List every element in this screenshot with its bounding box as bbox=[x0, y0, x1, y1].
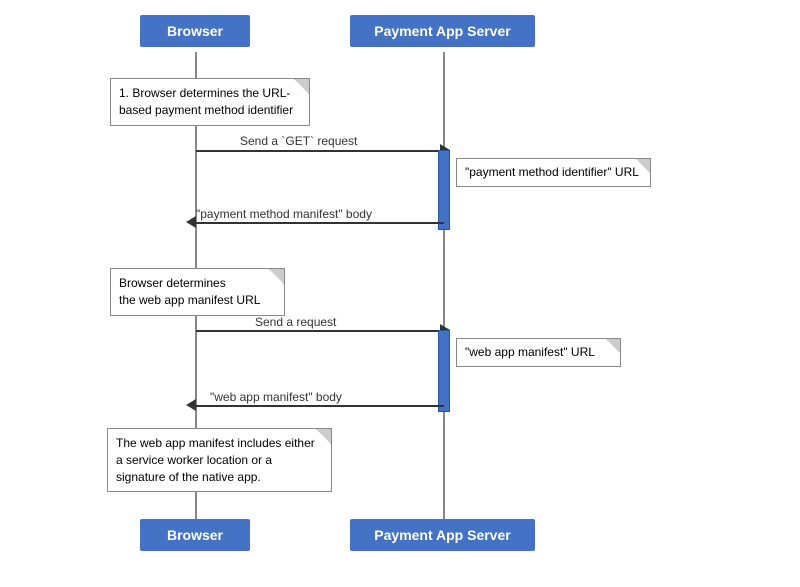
arrow-send-label: Send a request bbox=[255, 315, 336, 329]
arrow-get-label: Send a `GET` request bbox=[240, 134, 357, 148]
note-web-app-url: "web app manifest" URL bbox=[456, 338, 621, 367]
arrow-webapp-body bbox=[196, 405, 444, 407]
arrow-manifest-label: "payment method manifest" body bbox=[196, 207, 372, 221]
server-top-box: Payment App Server bbox=[350, 15, 535, 47]
browser-bottom-box: Browser bbox=[140, 519, 250, 551]
arrow-webapp-label: "web app manifest" body bbox=[210, 390, 342, 404]
note-payment-id-url: "payment method identifier" URL bbox=[456, 158, 651, 187]
browser-top-box: Browser bbox=[140, 15, 250, 47]
note-web-app-manifest-url: Browser determinesthe web app manifest U… bbox=[110, 268, 285, 316]
sequence-diagram: Browser Payment App Server 1. Browser de… bbox=[0, 0, 800, 587]
note-web-app-manifest-desc: The web app manifest includes either a s… bbox=[107, 428, 332, 492]
server-lifeline bbox=[443, 52, 445, 540]
arrow-manifest-arrowhead bbox=[186, 216, 196, 228]
server-activation-2 bbox=[438, 330, 450, 412]
arrow-get-request bbox=[196, 150, 444, 152]
arrow-manifest-body bbox=[196, 222, 444, 224]
arrow-send-request bbox=[196, 330, 444, 332]
server-bottom-box: Payment App Server bbox=[350, 519, 535, 551]
note-url-based: 1. Browser determines the URL-based paym… bbox=[110, 78, 310, 126]
server-activation-1 bbox=[438, 150, 450, 230]
arrow-webapp-arrowhead bbox=[186, 399, 196, 411]
